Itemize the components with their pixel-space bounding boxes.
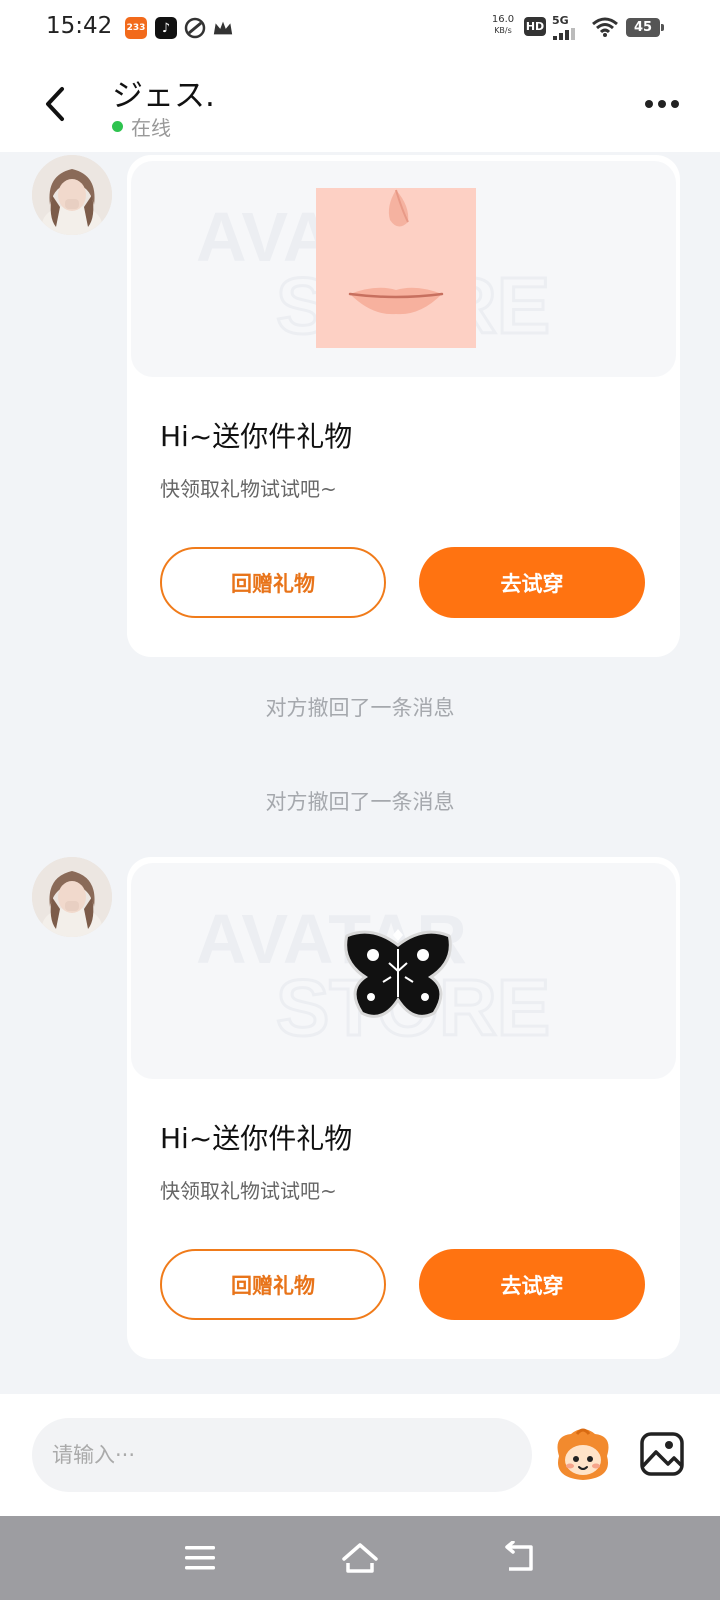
nav-menu-button[interactable] [176, 1534, 224, 1582]
online-status: 在线 [112, 112, 171, 141]
233-app-icon: 233 [125, 17, 147, 39]
avatar[interactable] [32, 857, 112, 937]
mascot-emoji-icon[interactable] [553, 1426, 613, 1484]
online-status-text: 在线 [131, 116, 171, 140]
chat-message-list[interactable]: AVATAR STORE Hi~送你件礼物 快领取礼物试试吧~ 回赠礼物 去试穿… [0, 152, 720, 1394]
nav-back-button[interactable] [496, 1534, 544, 1582]
signal-icon [553, 28, 575, 40]
net-speed-value: 16.0 [491, 14, 515, 25]
more-dots-icon [645, 100, 653, 108]
face-lips-icon [316, 188, 476, 348]
gift-preview[interactable]: AVATAR STORE [131, 161, 676, 377]
message-input-bar [0, 1394, 720, 1516]
chevron-left-icon [46, 87, 64, 121]
try-on-button[interactable]: 去试穿 [419, 1249, 645, 1320]
try-on-button[interactable]: 去试穿 [419, 547, 645, 618]
back-button[interactable] [30, 78, 78, 130]
more-options-button[interactable] [636, 84, 688, 124]
user-photo [32, 155, 112, 235]
net-speed-unit: KB/s [494, 26, 512, 35]
message-input[interactable] [32, 1418, 532, 1492]
more-dot [671, 100, 679, 108]
system-navigation-bar [0, 1516, 720, 1600]
online-dot [112, 121, 123, 132]
status-bar: 15:42 233 ♪ 16.0 KB/s HD 5G 45 [0, 0, 720, 56]
chat-header: ジェス. 在线 [0, 56, 720, 152]
butterfly-icon [344, 929, 452, 1018]
gift-title: Hi~送你件礼物 [160, 420, 353, 453]
network-type: 5G [552, 14, 569, 27]
battery-indicator: 45 [626, 18, 664, 37]
wifi-icon [592, 17, 618, 37]
recalled-message-notice: 对方撤回了一条消息 [265, 696, 455, 720]
more-dot [658, 100, 666, 108]
chat-title: ジェス. [112, 78, 215, 114]
nav-home-button[interactable] [336, 1534, 384, 1582]
menu-icon [185, 1546, 215, 1570]
user-photo [32, 857, 112, 937]
net-speed: 16.0 KB/s [488, 14, 518, 36]
gift-card: AVATAR STORE Hi~送你件礼物 快领取礼物试试吧~ 回赠礼物 去试穿 [127, 155, 680, 657]
crown-icon [213, 21, 233, 35]
gift-subtitle: 快领取礼物试试吧~ [160, 1179, 337, 1203]
gift-title: Hi~送你件礼物 [160, 1122, 353, 1155]
return-gift-button[interactable]: 回赠礼物 [160, 1249, 386, 1320]
leaf-app-icon [184, 17, 206, 39]
gift-preview[interactable]: AVATAR STORE [131, 863, 676, 1079]
back-arrow-icon [505, 1541, 533, 1571]
gift-subtitle: 快领取礼物试试吧~ [160, 477, 337, 501]
status-time: 15:42 [46, 13, 113, 39]
image-icon[interactable] [638, 1430, 686, 1478]
tiktok-icon: ♪ [155, 17, 177, 39]
home-icon [342, 1543, 378, 1573]
return-gift-button[interactable]: 回赠礼物 [160, 547, 386, 618]
gift-card: AVATAR STORE Hi~送你件礼物 快领取礼物试试吧~ 回赠礼物 去试穿 [127, 857, 680, 1359]
recalled-message-notice: 对方撤回了一条消息 [265, 790, 455, 814]
avatar[interactable] [32, 155, 112, 235]
hd-badge: HD [524, 17, 546, 36]
